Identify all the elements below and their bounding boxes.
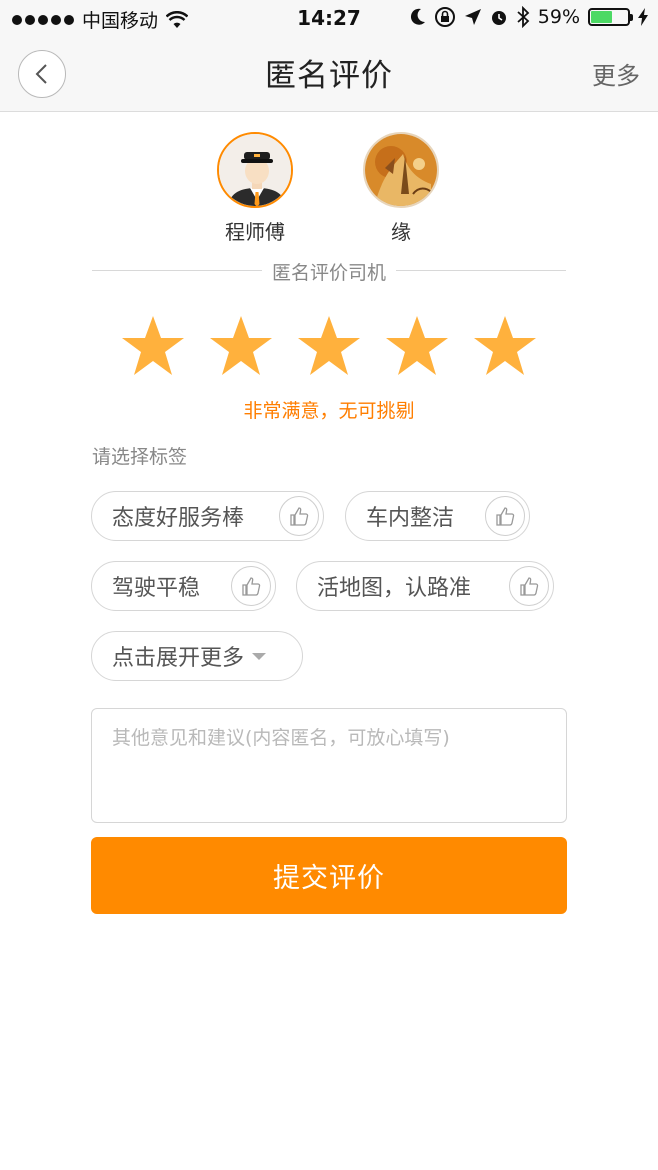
divider-text: 匿名评价司机	[261, 262, 396, 284]
tag-label: 驾驶平稳	[112, 576, 201, 601]
battery-icon	[588, 8, 633, 26]
tag-smooth-driving[interactable]: 驾驶平稳	[91, 561, 276, 611]
thumbs-up-icon	[509, 566, 549, 606]
moon-icon	[410, 8, 425, 25]
tag-label: 态度好服务棒	[112, 506, 245, 531]
tag-label: 活地图，认路准	[317, 576, 472, 601]
tag-clean-car[interactable]: 车内整洁	[345, 491, 530, 541]
more-button[interactable]: 更多	[592, 56, 640, 91]
alarm-icon	[491, 11, 506, 25]
status-right: 59%	[410, 6, 648, 28]
passenger-profile: 缘	[362, 132, 440, 245]
nav-bar: 匿名评价 更多	[0, 38, 658, 112]
comment-input[interactable]	[91, 708, 567, 823]
battery-fill	[591, 11, 613, 23]
driver-avatar	[217, 132, 293, 208]
tag-label: 车内整洁	[366, 506, 455, 531]
charging-bolt-icon	[638, 8, 648, 26]
rating-description: 非常满意，无可挑剔	[243, 400, 415, 422]
thumbs-up-icon	[231, 566, 271, 606]
expand-more-label: 点击展开更多	[112, 646, 245, 671]
passenger-name: 缘	[391, 220, 411, 244]
battery-percent: 59%	[537, 6, 580, 28]
star-icon-5[interactable]	[472, 314, 538, 378]
thumbs-up-icon	[485, 496, 525, 536]
submit-button[interactable]: 提交评价	[91, 837, 567, 914]
status-bar: 中国移动 14:27 59%	[0, 0, 658, 38]
star-icon-1[interactable]	[120, 314, 186, 378]
location-arrow-icon	[464, 9, 481, 25]
driver-profile: 程师傅	[216, 132, 294, 245]
driver-name: 程师傅	[225, 220, 285, 244]
expand-more-button[interactable]: 点击展开更多	[91, 631, 303, 681]
thumbs-up-icon	[279, 496, 319, 536]
bluetooth-icon	[517, 6, 530, 28]
caret-down-icon	[252, 652, 267, 660]
tag-attitude[interactable]: 态度好服务棒	[91, 491, 324, 541]
star-icon-2[interactable]	[208, 314, 274, 378]
star-icon-4[interactable]	[384, 314, 450, 378]
page-title: 匿名评价	[265, 58, 393, 94]
rotation-lock-icon	[434, 7, 455, 27]
tag-knows-routes[interactable]: 活地图，认路准	[296, 561, 554, 611]
rating-stars	[120, 314, 538, 378]
tags-label: 请选择标签	[92, 446, 188, 468]
passenger-avatar	[363, 132, 439, 208]
star-icon-3[interactable]	[296, 314, 362, 378]
section-divider: 匿名评价司机	[92, 258, 566, 284]
